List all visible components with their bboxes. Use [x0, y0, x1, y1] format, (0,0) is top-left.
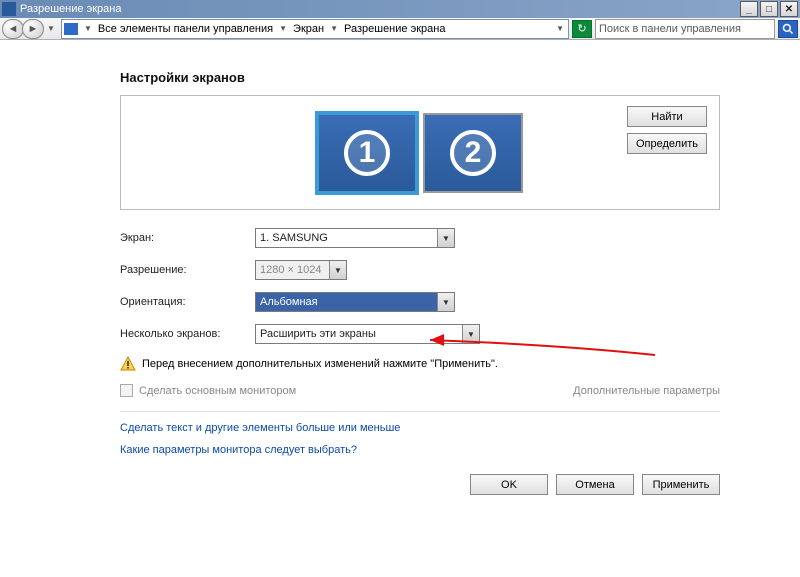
warning-text: Перед внесением дополнительных изменений…: [142, 358, 498, 370]
screen-label: Экран:: [120, 232, 255, 244]
dropdown-arrow-icon: ▼: [437, 229, 454, 247]
toolbar: ◄ ► ▼ ▼ Все элементы панели управления ▼…: [0, 18, 800, 40]
minimize-button[interactable]: _: [740, 1, 758, 17]
cancel-button[interactable]: Отмена: [556, 474, 634, 495]
warning-row: Перед внесением дополнительных изменений…: [120, 356, 720, 372]
chevron-icon: ▼: [82, 24, 94, 33]
nav-history-dropdown[interactable]: ▼: [44, 19, 58, 39]
app-icon: [2, 2, 16, 16]
chevron-down-icon[interactable]: ▼: [554, 24, 566, 33]
resolution-select[interactable]: 1280 × 1024 ▼: [255, 260, 347, 280]
breadcrumb-leaf[interactable]: Разрешение экрана: [340, 23, 449, 35]
display-preview-box: 1 2 Найти Определить: [120, 95, 720, 210]
resolution-label: Разрешение:: [120, 264, 255, 276]
monitor-1[interactable]: 1: [317, 113, 417, 193]
detect-button[interactable]: Определить: [627, 133, 707, 154]
advanced-settings-link[interactable]: Дополнительные параметры: [573, 385, 720, 397]
dropdown-arrow-icon: ▼: [462, 325, 479, 343]
search-button[interactable]: [778, 20, 798, 38]
nav-back-button[interactable]: ◄: [2, 19, 24, 39]
chevron-icon: ▼: [328, 24, 340, 33]
address-bar[interactable]: ▼ Все элементы панели управления ▼ Экран…: [61, 19, 569, 39]
orientation-label: Ориентация:: [120, 296, 255, 308]
nav-forward-button[interactable]: ►: [22, 19, 44, 39]
apply-button[interactable]: Применить: [642, 474, 720, 495]
window-title: Разрешение экрана: [20, 3, 738, 15]
primary-monitor-checkbox: [120, 384, 133, 397]
multi-displays-value: Расширить эти экраны: [260, 328, 376, 340]
multi-displays-select[interactable]: Расширить эти экраны ▼: [255, 324, 480, 344]
dropdown-arrow-icon: ▼: [437, 293, 454, 311]
monitor-2[interactable]: 2: [423, 113, 523, 193]
warning-icon: [120, 356, 136, 372]
title-bar: Разрешение экрана _ □ ✕: [0, 0, 800, 18]
orientation-value: Альбомная: [260, 296, 318, 308]
monitor-number: 1: [344, 130, 390, 176]
page-title: Настройки экранов: [120, 70, 720, 85]
dropdown-arrow-icon: ▼: [329, 261, 346, 279]
close-button[interactable]: ✕: [780, 1, 798, 17]
screen-select[interactable]: 1. SAMSUNG ▼: [255, 228, 455, 248]
breadcrumb-mid[interactable]: Экран: [289, 23, 328, 35]
chevron-icon: ▼: [277, 24, 289, 33]
monitor-help-link[interactable]: Какие параметры монитора следует выбрать…: [120, 444, 720, 456]
find-button[interactable]: Найти: [627, 106, 707, 127]
monitor-number: 2: [450, 130, 496, 176]
screen-value: 1. SAMSUNG: [260, 232, 328, 244]
search-input[interactable]: Поиск в панели управления: [595, 19, 775, 39]
maximize-button[interactable]: □: [760, 1, 778, 17]
search-icon: [782, 23, 794, 35]
divider: [120, 411, 720, 412]
orientation-select[interactable]: Альбомная ▼: [255, 292, 455, 312]
control-panel-icon: [64, 23, 78, 35]
refresh-button[interactable]: ↻: [572, 20, 592, 38]
search-placeholder: Поиск в панели управления: [599, 23, 771, 35]
ok-button[interactable]: OK: [470, 474, 548, 495]
primary-monitor-label: Сделать основным монитором: [139, 385, 296, 397]
resolution-value: 1280 × 1024: [260, 264, 321, 276]
text-size-link[interactable]: Сделать текст и другие элементы больше и…: [120, 422, 720, 434]
breadcrumb-root[interactable]: Все элементы панели управления: [94, 23, 277, 35]
multi-displays-label: Несколько экранов:: [120, 328, 255, 340]
